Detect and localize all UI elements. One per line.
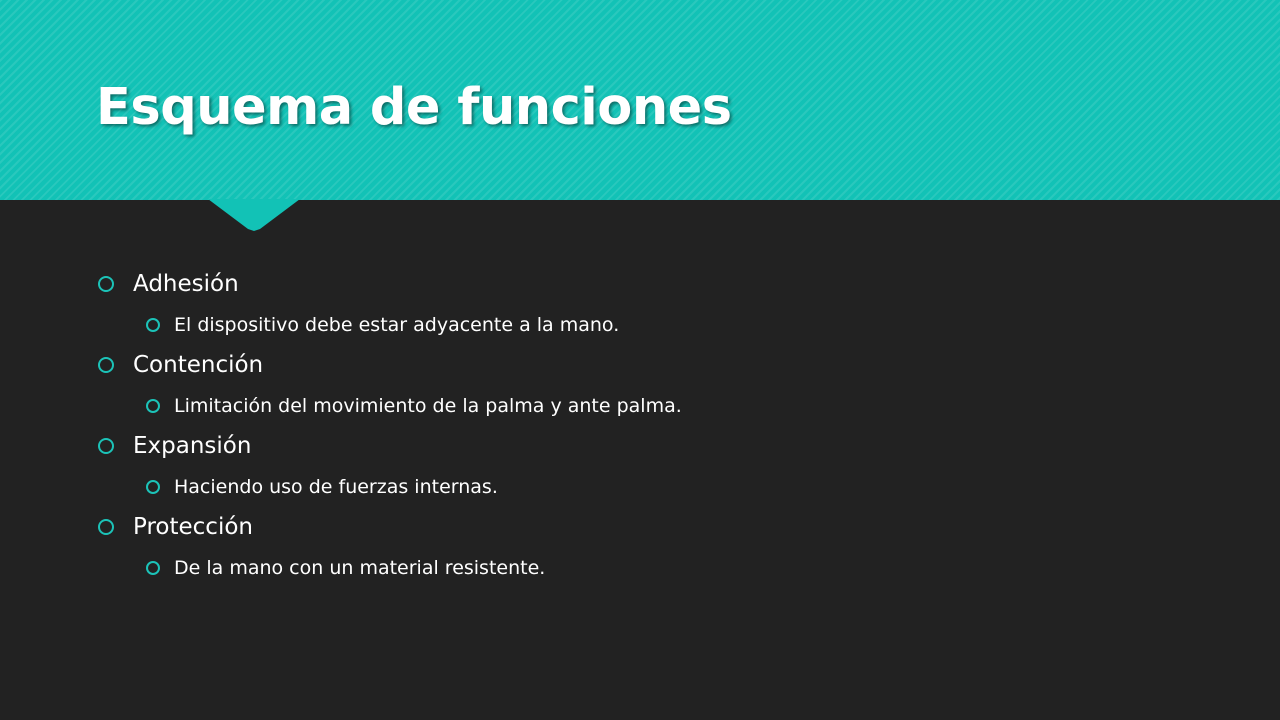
sub-bullet-text: Limitación del movimiento de la palma y … (174, 394, 682, 417)
bullet-item: Contención (96, 343, 1196, 387)
bullet-text: Expansión (133, 433, 252, 459)
circle-bullet-icon (146, 317, 160, 332)
circle-bullet-icon (146, 479, 160, 494)
sub-bullet-item: De la mano con un material resistente. (146, 549, 1196, 586)
bullet-text: Adhesión (133, 271, 239, 297)
sub-bullet-text: Haciendo uso de fuerzas internas. (174, 475, 498, 498)
bullet-item: Protección (96, 505, 1196, 549)
circle-bullet-icon (146, 398, 160, 413)
bullet-list: Adhesión El dispositivo debe estar adyac… (96, 262, 1196, 586)
bullet-item: Expansión (96, 424, 1196, 468)
circle-bullet-icon (98, 276, 114, 292)
bullet-text: Protección (133, 514, 253, 540)
sub-bullet-item: Limitación del movimiento de la palma y … (146, 387, 1196, 424)
sub-bullet-item: Haciendo uso de fuerzas internas. (146, 468, 1196, 505)
circle-bullet-icon (146, 560, 160, 575)
circle-bullet-icon (98, 357, 114, 373)
sub-bullet-text: De la mano con un material resistente. (174, 556, 546, 579)
sub-bullet-item: El dispositivo debe estar adyacente a la… (146, 306, 1196, 343)
bullet-item: Adhesión (96, 262, 1196, 306)
bullet-text: Contención (133, 352, 264, 378)
banner-notch (208, 199, 300, 231)
slide-title: Esquema de funciones (96, 78, 732, 137)
sub-bullet-text: El dispositivo debe estar adyacente a la… (174, 313, 620, 336)
circle-bullet-icon (98, 438, 114, 454)
circle-bullet-icon (98, 519, 114, 535)
